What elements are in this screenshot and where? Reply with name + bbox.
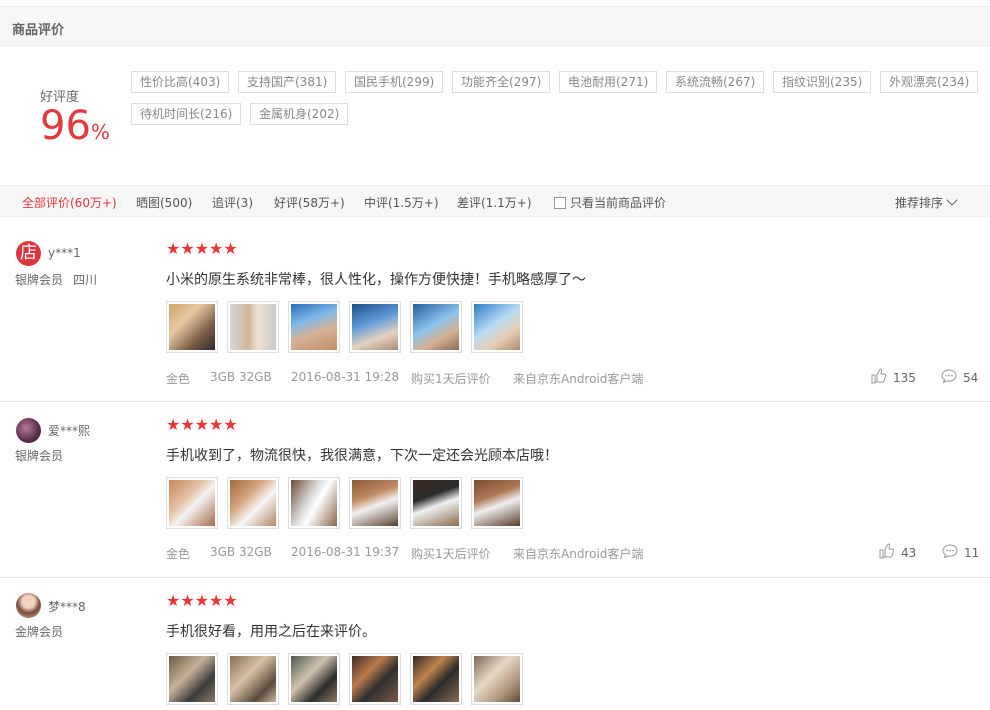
current-only-toggle[interactable]: 只看当前商品评价	[554, 194, 666, 211]
like-count: 135	[893, 371, 916, 385]
review-source: 来自京东Android客户端	[513, 547, 644, 561]
review-username: 梦***8	[48, 600, 86, 614]
review-photo[interactable]	[166, 653, 218, 705]
review-text: 小米的原生系统非常棒，很人性化，操作方便快捷！手机略感厚了～	[166, 272, 586, 288]
review-source: 来自京东Android客户端	[513, 372, 644, 386]
review-photo[interactable]	[410, 301, 462, 353]
review-date: 2016-08-31 19:37	[291, 545, 400, 559]
tag-item[interactable]: 功能齐全(297)	[452, 71, 551, 93]
tag-item[interactable]: 支持国产(381)	[238, 71, 337, 93]
filter-bar: 全部评价(60万+) 晒图(500) 追评(3) 好评(58万+) 中评(1.5…	[0, 185, 990, 217]
review-photo[interactable]	[288, 477, 340, 529]
review-photo[interactable]	[288, 653, 340, 705]
tag-item[interactable]: 待机时间长(216)	[131, 103, 242, 125]
review-photo[interactable]	[166, 477, 218, 529]
review-after-purchase: 购买1天后评价	[411, 547, 491, 561]
section-title: 商品评价	[12, 23, 65, 38]
comment-button[interactable]: 54	[941, 368, 978, 385]
member-level: 银牌会员	[15, 447, 63, 464]
review-photo[interactable]	[166, 301, 218, 353]
review-photo[interactable]	[227, 301, 279, 353]
review-username: y***1	[48, 246, 81, 260]
tag-item[interactable]: 外观漂亮(234)	[880, 71, 979, 93]
review-photo[interactable]	[349, 477, 401, 529]
filter-photos[interactable]: 晒图(500)	[136, 194, 192, 211]
star-rating: ★★★★★	[166, 239, 238, 258]
filter-bad[interactable]: 差评(1.1万+)	[457, 194, 532, 211]
comment-icon	[942, 544, 958, 559]
rating-unit: %	[90, 120, 110, 144]
filter-good[interactable]: 好评(58万+)	[274, 194, 345, 211]
review-username: 爱***熙	[48, 424, 91, 438]
member-location: 四川	[73, 273, 98, 287]
review-photo[interactable]	[471, 653, 523, 705]
product-color: 金色	[166, 372, 191, 386]
review-item: 店 y***1 银牌会员 四川 ★★★★★ 小米的原生系统非常棒，很人性化，操作方…	[0, 218, 990, 402]
like-button[interactable]: 135	[871, 368, 916, 385]
tag-item[interactable]: 金属机身(202)	[250, 103, 349, 125]
current-only-label: 只看当前商品评价	[570, 196, 667, 210]
tag-item[interactable]: 系统流畅(267)	[666, 71, 765, 93]
member-level-text: 银牌会员	[15, 273, 64, 287]
member-level-text: 金牌会员	[15, 625, 64, 639]
tag-item[interactable]: 性价比高(403)	[131, 71, 230, 93]
filter-all[interactable]: 全部评价(60万+)	[22, 194, 117, 211]
avatar	[16, 418, 41, 443]
member-level: 金牌会员	[15, 623, 63, 640]
review-date: 2016-08-31 19:28	[291, 370, 400, 384]
review-text: 手机收到了，物流很快，我很满意，下次一定还会光顾本店哦！	[166, 448, 558, 464]
star-rating: ★★★★★	[166, 415, 238, 434]
section-header: 商品评价	[0, 6, 990, 46]
comment-count: 11	[964, 546, 980, 560]
product-spec: 3GB 32GB	[210, 545, 272, 559]
product-color: 金色	[166, 547, 191, 561]
review-item: 爱***熙 银牌会员 ★★★★★ 手机收到了，物流很快，我很满意，下次一定还会光…	[0, 402, 990, 578]
rating-block: 好评度 96%	[40, 86, 110, 148]
like-count: 43	[901, 546, 917, 560]
like-button[interactable]: 43	[879, 543, 916, 560]
rating-number: 96	[40, 103, 91, 149]
thumbs-up-icon	[871, 368, 887, 384]
review-text: 手机很好看，用用之后在来评价。	[166, 624, 376, 640]
filter-medium[interactable]: 中评(1.5万+)	[364, 194, 439, 211]
member-level: 银牌会员 四川	[15, 271, 97, 288]
tag-item[interactable]: 指纹识别(235)	[773, 71, 872, 93]
comment-icon	[941, 369, 957, 384]
rating-value: 96%	[40, 104, 110, 154]
review-photo[interactable]	[349, 301, 401, 353]
tag-item[interactable]: 电池耐用(271)	[559, 71, 658, 93]
chevron-down-icon	[946, 194, 958, 206]
star-rating: ★★★★★	[166, 591, 238, 610]
review-photo[interactable]	[471, 301, 523, 353]
sort-dropdown[interactable]: 推荐排序	[895, 194, 958, 211]
comment-button[interactable]: 11	[942, 543, 979, 560]
review-photo[interactable]	[227, 653, 279, 705]
thumbs-up-icon	[879, 543, 895, 559]
review-photo[interactable]	[349, 653, 401, 705]
tag-item[interactable]: 国民手机(299)	[345, 71, 444, 93]
sort-label: 推荐排序	[895, 196, 944, 210]
review-photo[interactable]	[410, 653, 462, 705]
review-photo[interactable]	[227, 477, 279, 529]
avatar: 店	[16, 241, 41, 266]
checkbox[interactable]	[554, 197, 566, 209]
filter-followup[interactable]: 追评(3)	[212, 194, 253, 211]
product-spec: 3GB 32GB	[210, 370, 272, 384]
review-photo[interactable]	[410, 477, 462, 529]
review-photo[interactable]	[288, 301, 340, 353]
review-item: 梦***8 金牌会员 ★★★★★ 手机很好看，用用之后在来评价。	[0, 578, 990, 710]
review-photo[interactable]	[471, 477, 523, 529]
avatar	[16, 593, 41, 618]
review-after-purchase: 购买1天后评价	[411, 372, 491, 386]
member-level-text: 银牌会员	[15, 449, 64, 463]
comment-count: 54	[963, 371, 979, 385]
